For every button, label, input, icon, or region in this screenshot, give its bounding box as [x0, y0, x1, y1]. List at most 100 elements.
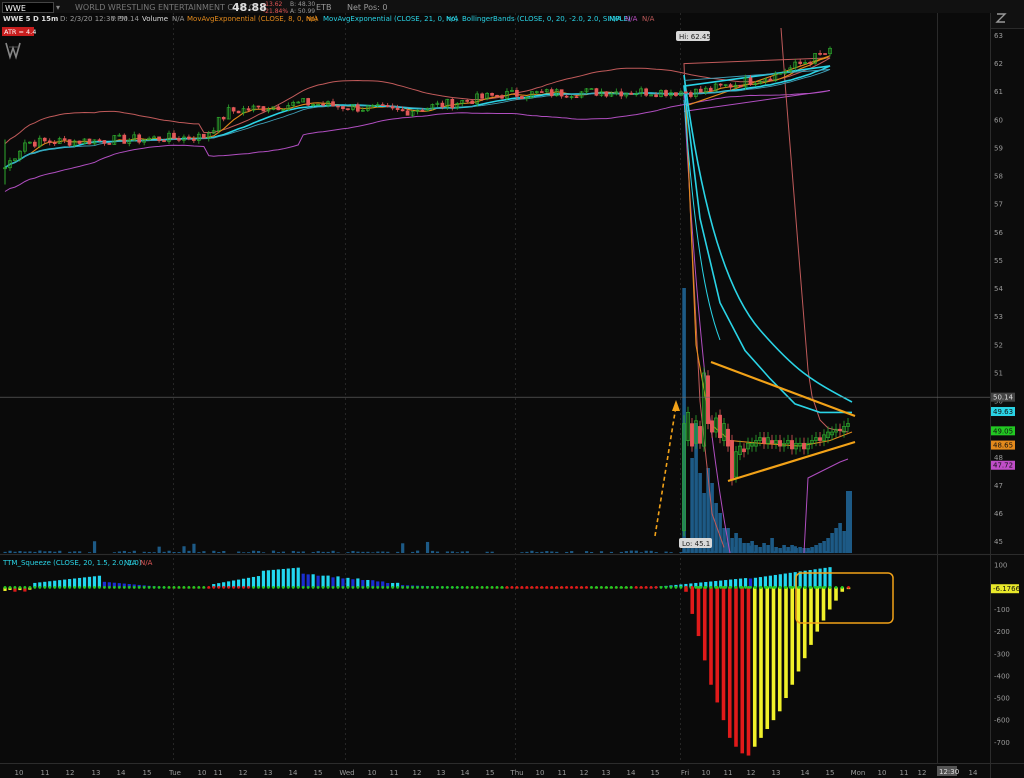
squeeze-dot — [480, 585, 484, 589]
squeeze-dot — [212, 585, 216, 589]
squeeze-dot — [207, 585, 211, 589]
volume-study-label[interactable]: Volume — [142, 15, 168, 23]
svg-text:Lo: 45.1: Lo: 45.1 — [682, 540, 710, 548]
squeeze-dot — [421, 585, 424, 589]
bb-study-label[interactable]: BollingerBands (CLOSE, 0, 20, -2.0, 2.0,… — [462, 15, 631, 23]
volume-bar — [599, 551, 604, 553]
squeeze-bar — [82, 577, 87, 588]
squeeze-dot — [828, 585, 832, 589]
volume-bar — [584, 551, 589, 553]
candle — [515, 89, 519, 97]
candle — [62, 138, 67, 141]
squeeze-dot — [540, 585, 544, 589]
candle — [400, 109, 405, 112]
volume-bar — [361, 551, 365, 553]
y-tick-label: 52 — [994, 341, 1003, 349]
volume-bar — [786, 547, 790, 553]
candle — [730, 440, 734, 481]
candle — [162, 140, 166, 142]
squeeze-dot — [296, 585, 300, 589]
x-tick-label: 11 — [900, 769, 909, 777]
x-tick-label: 15 — [314, 769, 323, 777]
candle — [790, 440, 794, 450]
volume-bar — [321, 551, 325, 553]
squeeze-dot — [43, 585, 47, 589]
squeeze-dot — [252, 585, 255, 589]
squeeze-study-label[interactable]: TTM_Squeeze (CLOSE, 20, 1.5, 2.0, 1.0) — [2, 559, 142, 567]
candle — [395, 107, 400, 110]
volume-bar — [237, 551, 241, 553]
volume-bar — [798, 547, 802, 553]
squeeze-bar — [813, 569, 817, 588]
candle — [122, 134, 127, 144]
volume-bar — [639, 552, 643, 553]
volume-bar — [822, 541, 826, 553]
squeeze-dot — [734, 585, 738, 589]
squeeze-dot — [624, 585, 628, 589]
squeeze-dot — [644, 585, 648, 589]
volume-bar — [818, 543, 822, 553]
candle — [726, 428, 730, 447]
volume-bar — [846, 491, 852, 553]
squeeze-dot — [525, 585, 529, 589]
volume-bar — [545, 551, 549, 553]
candle — [480, 93, 484, 99]
squeeze-bar — [721, 587, 726, 721]
candle — [710, 420, 714, 433]
volume-bar — [401, 543, 405, 553]
chart-canvas[interactable]: WWE 5 D 15m D: 2/3/20 12:30 PM Y: 50.14 … — [0, 0, 1024, 778]
squeeze-dot — [431, 585, 434, 589]
volume-bar — [366, 551, 370, 553]
volume-bar — [609, 551, 614, 553]
y-tick-label: 55 — [994, 257, 1003, 265]
squeeze-bar — [316, 575, 320, 588]
candle — [718, 414, 722, 439]
ema8-study-label[interactable]: MovAvgExponential (CLOSE, 8, 0, no) — [187, 15, 318, 23]
squeeze-dot — [83, 585, 86, 589]
candle — [236, 110, 241, 114]
volume-bar — [814, 545, 818, 553]
chart-label[interactable]: WWE 5 D 15m — [3, 15, 58, 23]
volume-bar — [117, 551, 122, 553]
volume-bar — [316, 551, 320, 553]
squeeze-bar — [752, 587, 757, 747]
volume-bar — [619, 551, 623, 553]
candle — [341, 106, 345, 109]
squeeze-dot — [772, 585, 775, 589]
bb-value-1: N/A — [609, 15, 622, 23]
squeeze-dot — [550, 585, 554, 589]
squeeze-dot — [744, 585, 747, 589]
volume-bar — [217, 552, 221, 553]
squeeze-bar — [336, 576, 340, 588]
lo-label: Lo: 45.1 — [679, 538, 712, 548]
ema21-study-label[interactable]: MovAvgExponential (CLOSE, 21, 0, no) — [323, 15, 458, 23]
squeeze-bar — [296, 567, 300, 588]
squeeze-dot — [217, 585, 221, 589]
x-tick-label: 15 — [143, 769, 152, 777]
price-pane[interactable] — [0, 13, 990, 553]
volume-bar — [589, 552, 594, 553]
candle — [172, 132, 176, 139]
squeeze-dot — [654, 585, 658, 589]
y-tick-label: 59 — [994, 144, 1003, 152]
squeeze-dot — [53, 585, 57, 589]
squeeze-dot — [267, 585, 270, 589]
squeeze-dot — [172, 585, 176, 589]
candle — [762, 437, 766, 444]
squeeze-tick-label: -300 — [994, 650, 1010, 658]
x-tick-label: Thu — [509, 769, 523, 777]
squeeze-dot — [847, 585, 850, 589]
candle — [231, 107, 236, 112]
squeeze-bar — [709, 587, 713, 685]
volume-bar — [187, 550, 191, 553]
squeeze-dot — [63, 585, 67, 589]
candle — [246, 108, 251, 111]
squeeze-dot — [765, 585, 769, 589]
volume-bar — [455, 552, 459, 553]
squeeze-dot — [565, 585, 569, 589]
zoom-icon[interactable] — [995, 13, 1007, 23]
x-tick-label: 12 — [918, 769, 927, 777]
volume-bar — [311, 552, 315, 553]
squeeze-dot — [803, 585, 807, 589]
bb-value-3: N/A — [642, 15, 655, 23]
